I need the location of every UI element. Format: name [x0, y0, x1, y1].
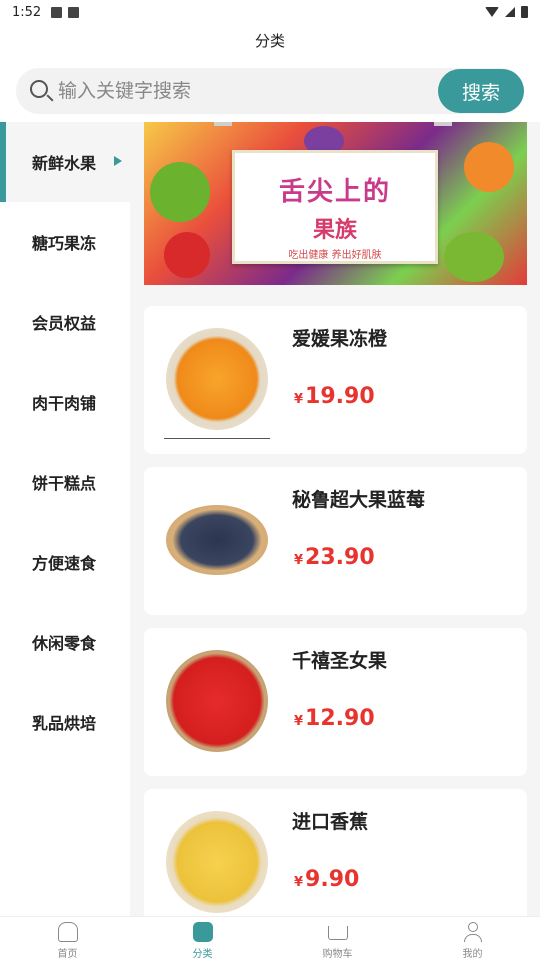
search-bar: 搜索: [16, 68, 524, 114]
product-price: ¥23.90: [294, 545, 375, 570]
category-icon: [192, 922, 213, 942]
sidebar-item-member-benefits[interactable]: 会员权益: [0, 282, 130, 362]
search-button[interactable]: 搜索: [438, 69, 524, 113]
category-banner[interactable]: 舌尖上的 果族 吃出健康 养出好肌肤: [144, 122, 527, 285]
product-image-banana: [166, 811, 268, 913]
sidebar-item-instant-food[interactable]: 方便速食: [0, 522, 130, 602]
sidebar-item-label: 糖巧果冻: [32, 234, 97, 253]
tab-label: 分类: [192, 949, 213, 960]
product-card[interactable]: 千禧圣女果 ¥12.90: [144, 628, 527, 776]
status-bar: 1:52: [0, 0, 540, 24]
product-price: ¥9.90: [294, 867, 359, 892]
price-amount: 9.90: [305, 867, 360, 892]
price-currency: ¥: [294, 553, 304, 568]
banner-fruit-decoration: [464, 142, 514, 192]
sidebar-item-candy-jelly[interactable]: 糖巧果冻: [0, 202, 130, 282]
product-image-orange: [166, 328, 268, 430]
bottom-tab-bar: 首页 分类 购物车 我的: [0, 916, 540, 960]
search-icon: [30, 80, 48, 98]
product-card[interactable]: 进口香蕉 ¥9.90: [144, 789, 527, 916]
signal-icon: [505, 7, 515, 17]
search-input[interactable]: [58, 68, 428, 114]
sidebar-item-jerky[interactable]: 肉干肉铺: [0, 362, 130, 442]
banner-pin-icon: [214, 122, 232, 126]
sidebar-item-label: 饼干糕点: [32, 474, 97, 493]
sidebar-item-label: 肉干肉铺: [32, 394, 97, 413]
banner-pin-icon: [434, 122, 452, 126]
sidebar-item-label: 新鲜水果: [32, 154, 97, 173]
price-amount: 12.90: [305, 706, 375, 731]
tab-label: 我的: [462, 949, 483, 960]
tab-label: 首页: [57, 949, 78, 960]
category-content: 新鲜水果 糖巧果冻 会员权益 肉干肉铺 饼干糕点 方便速食 休闲零食 乳品烘培: [0, 122, 540, 916]
category-sidebar: 新鲜水果 糖巧果冻 会员权益 肉干肉铺 饼干糕点 方便速食 休闲零食 乳品烘培: [0, 122, 130, 916]
tab-category[interactable]: 分类: [135, 917, 270, 960]
sidebar-item-biscuits[interactable]: 饼干糕点: [0, 442, 130, 522]
sidebar-item-snacks[interactable]: 休闲零食: [0, 602, 130, 682]
banner-slogan: 吃出健康 养出好肌肤: [288, 250, 382, 261]
price-currency: ¥: [294, 875, 304, 890]
tab-label: 购物车: [322, 949, 353, 960]
banner-sign: 舌尖上的 果族 吃出健康 养出好肌肤: [232, 150, 438, 264]
battery-icon: [521, 6, 528, 18]
wifi-icon: [485, 7, 499, 17]
sidebar-item-dairy-bakery[interactable]: 乳品烘培: [0, 682, 130, 762]
product-price: ¥19.90: [294, 384, 375, 409]
product-card[interactable]: 秘鲁超大果蓝莓 ¥23.90: [144, 467, 527, 615]
price-amount: 23.90: [305, 545, 375, 570]
banner-fruit-decoration: [150, 162, 210, 222]
banner-title: 舌尖上的: [278, 177, 391, 207]
status-time: 1:52: [12, 4, 42, 20]
tab-cart[interactable]: 购物车: [270, 917, 405, 960]
price-amount: 19.90: [305, 384, 375, 409]
sidebar-item-label: 会员权益: [32, 314, 97, 333]
sidebar-item-label: 方便速食: [32, 554, 97, 573]
gallery-notification-icon: [51, 6, 63, 18]
product-image-tomato: [166, 650, 268, 752]
product-name: 爱媛果冻橙: [292, 328, 388, 350]
tab-home[interactable]: 首页: [0, 917, 135, 960]
product-name: 千禧圣女果: [292, 650, 388, 672]
product-name: 进口香蕉: [292, 811, 369, 833]
sidebar-item-fresh-fruit[interactable]: 新鲜水果: [0, 122, 130, 202]
banner-fruit-decoration: [164, 232, 210, 278]
price-currency: ¥: [294, 714, 304, 729]
price-currency: ¥: [294, 392, 304, 407]
banner-fruit-decoration: [444, 232, 504, 282]
active-indicator-arrow-icon: [114, 156, 122, 166]
product-image-blueberry: [166, 505, 268, 575]
home-icon: [57, 922, 78, 942]
product-price: ¥12.90: [294, 706, 375, 731]
app-notification-icon: [68, 6, 80, 18]
sidebar-item-label: 休闲零食: [32, 634, 97, 653]
product-name: 秘鲁超大果蓝莓: [292, 489, 426, 511]
tab-profile[interactable]: 我的: [405, 917, 540, 960]
image-divider: [164, 438, 270, 439]
sidebar-item-label: 乳品烘培: [32, 714, 97, 733]
product-card[interactable]: 爱媛果冻橙 ¥19.90: [144, 306, 527, 454]
cart-icon: [327, 926, 348, 940]
page-title: 分类: [254, 31, 285, 50]
user-icon: [463, 922, 483, 942]
banner-subtitle: 果族: [312, 217, 357, 243]
product-list-area: 舌尖上的 果族 吃出健康 养出好肌肤 爱媛果冻橙 ¥19.90 秘鲁超大果蓝莓 …: [144, 122, 527, 916]
